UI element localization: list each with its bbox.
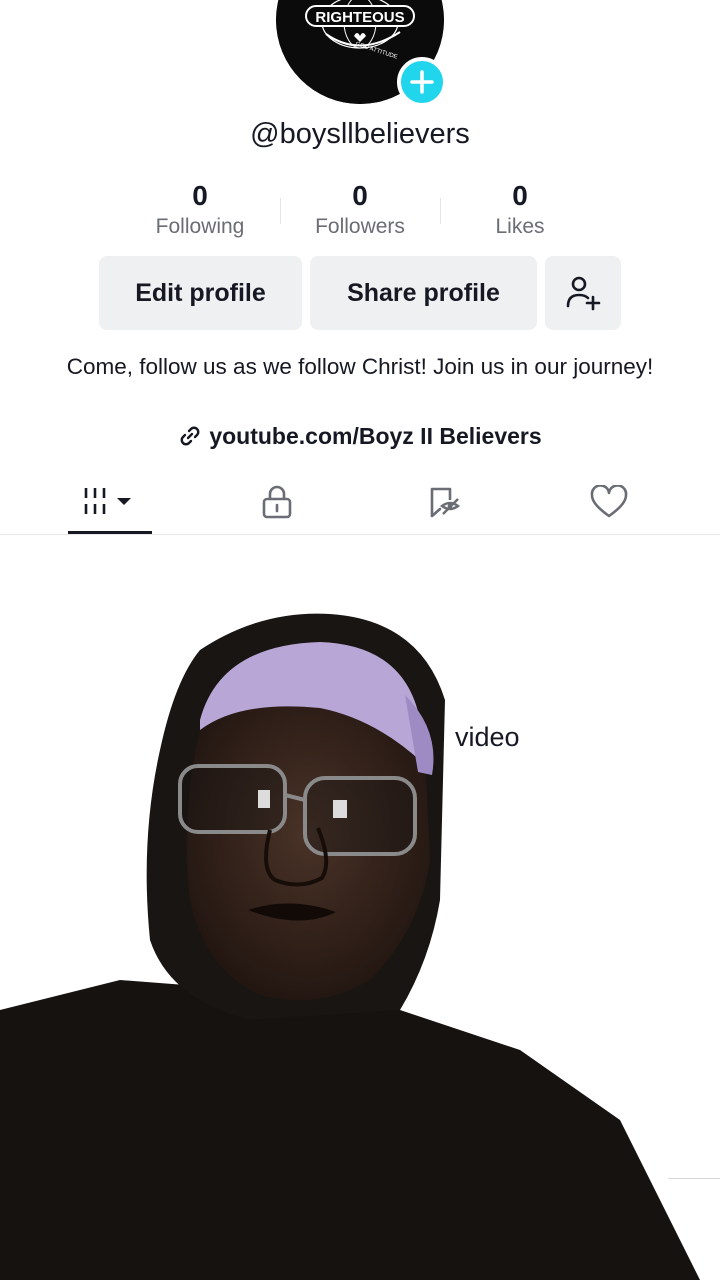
stat-likes[interactable]: 0 Likes <box>440 180 600 239</box>
lock-icon <box>262 485 292 519</box>
stat-likes-value: 0 <box>512 180 528 211</box>
tab-private[interactable] <box>227 474 327 530</box>
profile-bio: Come, follow us as we follow Christ! Joi… <box>66 354 654 379</box>
stat-likes-label: Likes <box>495 215 545 238</box>
tab-reposts[interactable] <box>394 474 494 530</box>
stat-following-value: 0 <box>192 180 208 211</box>
username: @boysllbelievers <box>250 118 470 150</box>
plus-icon <box>410 70 434 94</box>
share-profile-button[interactable]: Share profile <box>310 256 537 330</box>
stat-followers-value: 0 <box>352 180 368 211</box>
tab-liked[interactable] <box>559 474 659 530</box>
add-friend-button[interactable] <box>545 256 621 330</box>
stat-followers[interactable]: 0 Followers <box>280 180 440 239</box>
heart-icon <box>590 485 628 518</box>
tab-videos[interactable] <box>60 474 160 530</box>
repost-icon <box>430 487 461 518</box>
profile-link-text: youtube.com/Boyz II Believers <box>209 422 542 449</box>
add-user-icon <box>566 276 601 311</box>
edit-profile-button[interactable]: Edit profile <box>99 256 302 330</box>
link-icon <box>180 426 200 446</box>
grid-icon <box>84 488 131 514</box>
stat-followers-label: Followers <box>315 215 405 238</box>
stat-following[interactable]: 0 Following <box>120 180 280 239</box>
stat-following-label: Following <box>155 215 245 238</box>
avatar-logo-text: RIGHTEOUS <box>315 9 404 26</box>
video-overlay-person <box>0 600 720 1280</box>
profile-link[interactable]: youtube.com/Boyz II Believers <box>0 420 720 452</box>
tabs-divider <box>0 534 720 535</box>
add-avatar-button[interactable] <box>397 57 447 107</box>
